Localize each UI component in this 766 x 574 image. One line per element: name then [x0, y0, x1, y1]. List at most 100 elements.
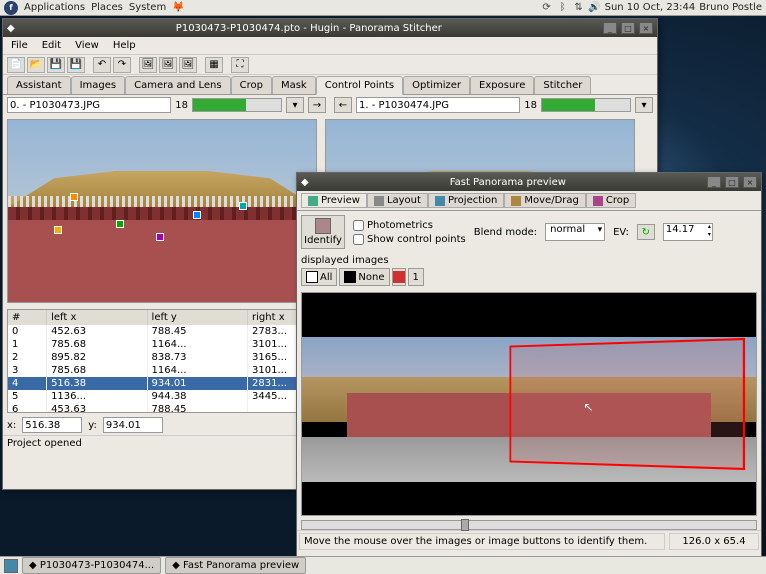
blend-mode-select[interactable]: normal — [545, 223, 605, 241]
close-button[interactable]: × — [639, 22, 653, 34]
col-header[interactable]: # — [8, 310, 47, 325]
menu-system[interactable]: System — [129, 2, 166, 13]
bluetooth-icon[interactable]: ᛒ — [557, 2, 569, 14]
tab-stitcher[interactable]: Stitcher — [534, 76, 591, 94]
menu-view[interactable]: View — [69, 38, 105, 53]
window-title: P1030473-P1030474.pto - Hugin - Panorama… — [19, 23, 599, 34]
tab-camera[interactable]: Camera and Lens — [125, 76, 231, 94]
tab-crop[interactable]: Crop — [231, 76, 272, 94]
hfov-slider[interactable] — [301, 520, 757, 530]
maximize-button[interactable]: □ — [725, 176, 739, 188]
cp-marker[interactable] — [156, 233, 164, 241]
grid-icon[interactable]: ▦ — [205, 57, 223, 73]
swap-left-icon[interactable]: ← — [334, 97, 352, 113]
volume-icon[interactable]: 🔊 — [589, 2, 601, 14]
glpreview-icon[interactable]: 🖼 — [179, 57, 197, 73]
ptab-movedrag[interactable]: Move/Drag — [504, 193, 585, 208]
tab-mask[interactable]: Mask — [272, 76, 316, 94]
right-zoom-slider[interactable] — [541, 98, 631, 112]
left-image-panel[interactable] — [7, 119, 317, 303]
gnome-top-panel: f Applications Places System 🦊 ⟳ ᛒ ⇅ 🔊 S… — [0, 0, 766, 16]
cp-marker[interactable] — [193, 211, 201, 219]
redo-icon[interactable]: ↷ — [113, 57, 131, 73]
display-all-button[interactable]: All — [301, 268, 337, 286]
img0-swatch-icon — [393, 271, 405, 283]
ptab-layout[interactable]: Layout — [367, 193, 428, 208]
display-none-button[interactable]: None — [339, 268, 389, 286]
right-zoom-dropdown[interactable]: ▾ — [635, 97, 653, 113]
ev-spinner[interactable]: 14.17 — [663, 223, 713, 241]
layout-tab-icon — [374, 196, 384, 206]
preview-icon[interactable]: 🖼 — [159, 57, 177, 73]
show-desktop-icon[interactable] — [4, 559, 18, 573]
menu-applications[interactable]: Applications — [24, 2, 85, 13]
tab-controlpoints[interactable]: Control Points — [316, 76, 403, 95]
y-input[interactable] — [103, 417, 163, 433]
ev-reset-icon[interactable]: ↻ — [637, 224, 655, 240]
col-header[interactable]: left y — [147, 310, 247, 325]
menu-help[interactable]: Help — [107, 38, 142, 53]
toolbar: 📄 📂 💾 💾 ↶ ↷ 🖼 🖼 🖼 ▦ ⛶ — [3, 55, 657, 75]
titlebar[interactable]: ◆ Fast Panorama preview _ □ × — [297, 173, 761, 191]
fedora-icon[interactable]: f — [4, 1, 18, 15]
left-zoom-dropdown[interactable]: ▾ — [286, 97, 304, 113]
ptab-preview[interactable]: Preview — [301, 193, 367, 208]
firefox-launcher-icon[interactable]: 🦊 — [172, 2, 184, 14]
swap-right-icon[interactable]: → — [308, 97, 326, 113]
photometrics-checkbox[interactable] — [353, 220, 364, 231]
menu-places[interactable]: Places — [91, 2, 123, 13]
cp-marker[interactable] — [239, 202, 247, 210]
saveas-icon[interactable]: 💾 — [67, 57, 85, 73]
left-zoom-slider[interactable] — [192, 98, 282, 112]
minimize-button[interactable]: _ — [603, 22, 617, 34]
fullscreen-icon[interactable]: ⛶ — [231, 57, 249, 73]
clock[interactable]: Sun 10 Oct, 23:44 — [605, 2, 696, 13]
movedrag-tab-icon — [511, 196, 521, 206]
update-icon[interactable]: ⟳ — [541, 2, 553, 14]
left-image-select[interactable] — [7, 97, 171, 113]
preview-tabs: Preview Layout Projection Move/Drag Crop — [297, 191, 761, 211]
close-button[interactable]: × — [743, 176, 757, 188]
addimg-icon[interactable]: 🖼 — [139, 57, 157, 73]
tab-images[interactable]: Images — [71, 76, 126, 94]
new-icon[interactable]: 📄 — [7, 57, 25, 73]
taskbar-item-hugin[interactable]: ◆ P1030473-P1030474... — [22, 557, 161, 574]
display-img1-button[interactable]: 1 — [408, 268, 424, 286]
panorama-view[interactable]: ↖ — [301, 292, 757, 516]
fast-preview-window: ◆ Fast Panorama preview _ □ × Preview La… — [296, 172, 762, 558]
network-icon[interactable]: ⇅ — [573, 2, 585, 14]
right-image-select[interactable] — [356, 97, 520, 113]
showcp-checkbox[interactable] — [353, 234, 364, 245]
preview-status: Move the mouse over the images or image … — [299, 533, 665, 550]
y-label: y: — [88, 420, 97, 431]
save-icon[interactable]: 💾 — [47, 57, 65, 73]
taskbar-item-preview[interactable]: ◆ Fast Panorama preview — [165, 557, 306, 574]
maximize-button[interactable]: □ — [621, 22, 635, 34]
ptab-projection[interactable]: Projection — [428, 193, 504, 208]
menu-edit[interactable]: Edit — [36, 38, 67, 53]
open-icon[interactable]: 📂 — [27, 57, 45, 73]
tab-exposure[interactable]: Exposure — [470, 76, 534, 94]
minimize-button[interactable]: _ — [707, 176, 721, 188]
cp-marker[interactable] — [70, 193, 78, 201]
blend-label: Blend mode: — [474, 227, 537, 238]
undo-icon[interactable]: ↶ — [93, 57, 111, 73]
menu-file[interactable]: File — [5, 38, 34, 53]
identify-button[interactable]: Identify — [301, 215, 345, 249]
titlebar[interactable]: ◆ P1030473-P1030474.pto - Hugin - Panora… — [3, 19, 657, 37]
x-input[interactable] — [22, 417, 82, 433]
image-overlay-frame — [509, 338, 745, 470]
col-header[interactable]: left x — [47, 310, 147, 325]
display-img0-button[interactable] — [392, 268, 406, 286]
window-title: Fast Panorama preview — [313, 177, 703, 188]
cp-marker[interactable] — [54, 226, 62, 234]
tab-optimizer[interactable]: Optimizer — [403, 76, 470, 94]
user-menu[interactable]: Bruno Postle — [699, 2, 762, 13]
cp-marker[interactable] — [116, 220, 124, 228]
showcp-label: Show control points — [367, 234, 466, 245]
ptab-crop[interactable]: Crop — [586, 193, 636, 208]
left-zoom-value: 18 — [175, 100, 188, 111]
tab-assistant[interactable]: Assistant — [7, 76, 71, 94]
none-swatch-icon — [344, 271, 356, 283]
projection-tab-icon — [435, 196, 445, 206]
